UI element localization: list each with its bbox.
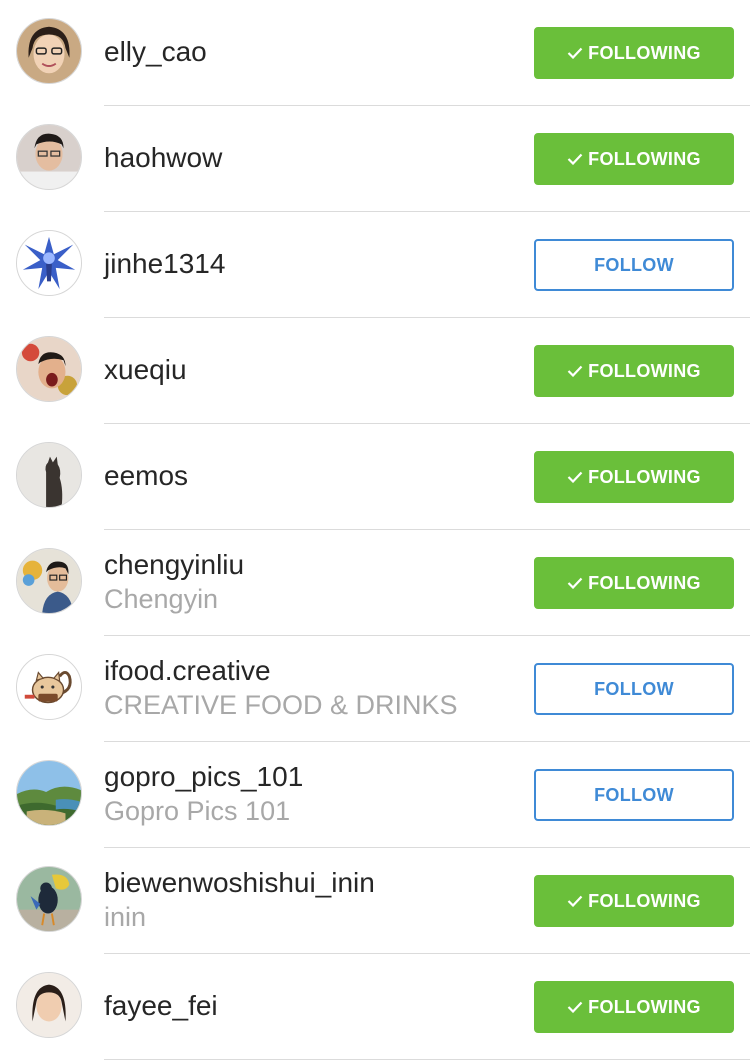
user-names: eemos (104, 424, 460, 528)
avatar[interactable] (16, 230, 82, 296)
button-label: FOLLOWING (588, 890, 701, 911)
avatar[interactable] (16, 866, 82, 932)
username[interactable]: gopro_pics_101 (104, 760, 460, 794)
avatar[interactable] (16, 18, 82, 84)
avatar[interactable] (16, 760, 82, 826)
user-names: haohwow (104, 106, 460, 210)
checkmark-icon (567, 471, 583, 483)
checkmark-icon (567, 153, 583, 165)
checkmark-icon (567, 577, 583, 589)
button-label: FOLLOW (594, 678, 674, 699)
following-button[interactable]: FOLLOWING (534, 557, 734, 609)
user-names: chengyinliu Chengyin (104, 530, 460, 634)
user-names: fayee_fei (104, 954, 460, 1058)
full-name: Gopro Pics 101 (104, 796, 291, 826)
checkmark-icon (567, 47, 583, 59)
username[interactable]: xueqiu (104, 353, 460, 387)
button-label: FOLLOWING (588, 466, 701, 487)
list-item[interactable]: chengyinliu Chengyin FOLLOWING (0, 530, 750, 636)
user-list: elly_cao FOLLOWING haohwow FOLLOWING jin… (0, 0, 750, 1060)
avatar[interactable] (16, 972, 82, 1038)
username[interactable]: elly_cao (104, 35, 460, 69)
button-label: FOLLOW (594, 784, 674, 805)
follow-button[interactable]: FOLLOW (534, 239, 734, 291)
user-names: gopro_pics_101 Gopro Pics 101 (104, 742, 460, 846)
follow-button[interactable]: FOLLOW (534, 663, 734, 715)
user-names: elly_cao (104, 0, 460, 104)
list-item[interactable]: ifood.creative CREATIVE FOOD & DRINKS FO… (0, 636, 750, 742)
full-name: Chengyin (104, 584, 219, 614)
list-item[interactable]: elly_cao FOLLOWING (0, 0, 750, 106)
username[interactable]: jinhe1314 (104, 247, 460, 281)
list-item[interactable]: jinhe1314 FOLLOW (0, 212, 750, 318)
following-button[interactable]: FOLLOWING (534, 345, 734, 397)
avatar[interactable] (16, 124, 82, 190)
username[interactable]: chengyinliu (104, 548, 460, 582)
list-item[interactable]: haohwow FOLLOWING (0, 106, 750, 212)
list-item[interactable]: fayee_fei FOLLOWING (0, 954, 750, 1060)
user-names: jinhe1314 (104, 212, 460, 316)
full-name: inin (104, 902, 147, 932)
list-item[interactable]: gopro_pics_101 Gopro Pics 101 FOLLOW (0, 742, 750, 848)
list-item[interactable]: eemos FOLLOWING (0, 424, 750, 530)
follow-button[interactable]: FOLLOW (534, 769, 734, 821)
avatar[interactable] (16, 548, 82, 614)
checkmark-icon (567, 895, 583, 907)
list-item[interactable]: biewenwoshishui_inin inin FOLLOWING (0, 848, 750, 954)
full-name: CREATIVE FOOD & DRINKS (104, 690, 458, 720)
avatar[interactable] (16, 442, 82, 508)
checkmark-icon (567, 1001, 583, 1013)
following-button[interactable]: FOLLOWING (534, 27, 734, 79)
button-label: FOLLOWING (588, 148, 701, 169)
username[interactable]: biewenwoshishui_inin (104, 866, 460, 900)
user-names: biewenwoshishui_inin inin (104, 848, 460, 952)
user-names: xueqiu (104, 318, 460, 422)
button-label: FOLLOWING (588, 572, 701, 593)
following-button[interactable]: FOLLOWING (534, 875, 734, 927)
user-names: ifood.creative CREATIVE FOOD & DRINKS (104, 636, 460, 740)
following-button[interactable]: FOLLOWING (534, 981, 734, 1033)
list-item[interactable]: xueqiu FOLLOWING (0, 318, 750, 424)
avatar[interactable] (16, 654, 82, 720)
username[interactable]: eemos (104, 459, 460, 493)
button-label: FOLLOWING (588, 42, 701, 63)
button-label: FOLLOW (594, 254, 674, 275)
checkmark-icon (567, 365, 583, 377)
avatar[interactable] (16, 336, 82, 402)
username[interactable]: fayee_fei (104, 989, 460, 1023)
username[interactable]: haohwow (104, 141, 460, 175)
username[interactable]: ifood.creative (104, 654, 460, 688)
following-button[interactable]: FOLLOWING (534, 451, 734, 503)
button-label: FOLLOWING (588, 360, 701, 381)
following-button[interactable]: FOLLOWING (534, 133, 734, 185)
